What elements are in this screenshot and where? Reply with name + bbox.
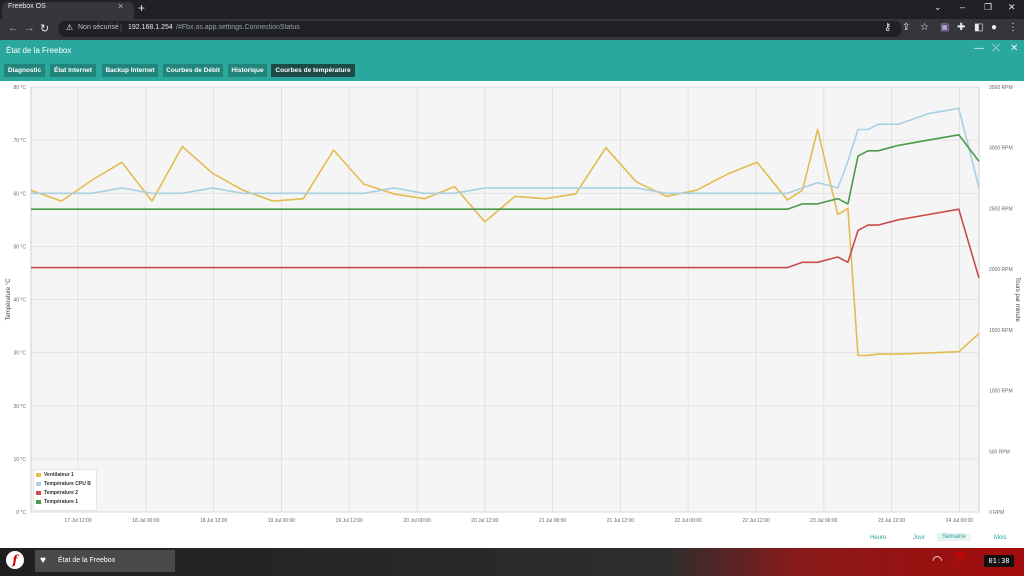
menu-icon[interactable]: ⋮ <box>1008 22 1018 33</box>
chart-legend: Ventilateur 1 Température CPU B Températ… <box>33 469 97 511</box>
legend-label: Température 2 <box>44 490 79 496</box>
chevron-down-icon[interactable]: ⌄ <box>934 2 942 13</box>
tab-historique[interactable]: Historique <box>228 64 267 77</box>
x-tick-label: 21 Jul 00:00 <box>539 518 566 524</box>
restore-icon[interactable]: ❐ <box>984 2 992 13</box>
legend-swatch <box>36 499 41 504</box>
url-host: 192.168.1.254 <box>128 24 173 31</box>
y-tick-label: 40 °C <box>13 298 26 304</box>
share-icon[interactable]: ⇪ <box>902 22 910 33</box>
profile-icon[interactable]: ● <box>991 22 997 33</box>
legend-label: Ventilateur 1 <box>44 472 74 478</box>
y-tick-label: 20 °C <box>13 404 26 410</box>
x-tick-label: 23 Jul 12:00 <box>878 518 905 524</box>
legend-label: Température CPU B <box>44 481 91 487</box>
y-tick-label: 30 °C <box>13 351 26 357</box>
reload-icon[interactable]: ↻ <box>40 22 49 35</box>
x-tick-label: 19 Jul 00:00 <box>268 518 295 524</box>
legend-item[interactable]: Température CPU B <box>36 481 91 487</box>
y-tick-label: 10 °C <box>13 457 26 463</box>
legend-item[interactable]: Ventilateur 1 <box>36 472 74 478</box>
y-tick-label: 60 °C <box>13 191 26 197</box>
app-title: État de la Freebox <box>6 46 72 55</box>
close-icon[interactable]: ✕ <box>1010 43 1018 54</box>
plus-icon[interactable]: + <box>138 1 145 15</box>
y-right-tick-label: 2000 RPM <box>989 267 1013 273</box>
tab-diagnostic[interactable]: Diagnostic <box>4 64 45 77</box>
y-right-tick-label: 3500 RPM <box>989 85 1013 91</box>
collapse-icon[interactable]: ⤫ <box>992 43 1000 54</box>
tab-etat-internet[interactable]: État Internet <box>50 64 96 77</box>
legend-swatch <box>36 481 41 486</box>
close-window-icon[interactable]: ✕ <box>1008 2 1016 13</box>
period-semaine[interactable]: Semaine <box>937 533 971 541</box>
x-tick-label: 22 Jul 00:00 <box>675 518 702 524</box>
period-mois[interactable]: Mois <box>994 535 1007 541</box>
y-tick-label: 80 °C <box>13 85 26 91</box>
browser-tab-strip <box>0 0 1024 19</box>
browser-tab-title: Freebox OS <box>8 3 46 10</box>
y-right-axis-label: Tours par minute <box>1014 277 1020 322</box>
x-tick-label: 24 Jul 00:00 <box>946 518 973 524</box>
legend-label: Température 1 <box>44 499 79 505</box>
x-tick-label: 23 Jul 00:00 <box>810 518 837 524</box>
tab-courbes-temperature[interactable]: Courbes de température <box>271 64 355 77</box>
taskbar-item-label: État de la Freebox <box>58 557 116 564</box>
sidebar-icon[interactable]: ◧ <box>974 22 983 33</box>
back-icon[interactable]: ← <box>8 22 19 34</box>
close-tab-icon[interactable]: × <box>118 1 123 11</box>
y-right-tick-label: 1500 RPM <box>989 328 1013 334</box>
key-icon[interactable]: ⚷ <box>884 22 891 33</box>
x-tick-label: 21 Jul 12:00 <box>607 518 634 524</box>
x-tick-label: 19 Jul 12:00 <box>336 518 363 524</box>
wifi-icon[interactable]: ◠ <box>932 553 942 567</box>
period-jour[interactable]: Jour <box>913 535 925 541</box>
y-right-tick-label: 2500 RPM <box>989 206 1013 212</box>
y-tick-label: 70 °C <box>13 138 26 144</box>
url-path: /#Fbx.os.app.settings.ConnectionStatus <box>176 24 300 31</box>
y-right-tick-label: 500 RPM <box>989 449 1010 455</box>
freebox-logo-icon[interactable]: f <box>6 551 24 569</box>
legend-item[interactable]: Température 1 <box>36 499 78 505</box>
puzzle-icon[interactable]: ✚ <box>957 22 965 33</box>
x-tick-label: 17 Jul 12:00 <box>64 518 91 524</box>
x-tick-label: 22 Jul 12:00 <box>742 518 769 524</box>
heartbeat-icon: ♥ <box>40 555 46 566</box>
legend-swatch <box>36 490 41 495</box>
x-tick-label: 18 Jul 00:00 <box>132 518 159 524</box>
star-icon[interactable]: ☆ <box>920 22 929 33</box>
minimize-icon[interactable]: — <box>974 43 984 54</box>
y-tick-label: 50 °C <box>13 244 26 250</box>
legend-swatch <box>36 472 41 477</box>
period-heure[interactable]: Heure <box>870 535 886 541</box>
security-label[interactable]: Non sécurisé <box>78 24 119 31</box>
y-right-tick-label: 0 RPM <box>989 510 1004 516</box>
temperature-chart: 0 °C 10 °C 20 °C 30 °C 40 °C 50 °C 60 °C 70 °C 8… <box>0 81 1024 548</box>
tab-courbes-debit[interactable]: Courbes de Débit <box>163 64 223 77</box>
y-right-tick-label: 1000 RPM <box>989 389 1013 395</box>
tab-backup-internet[interactable]: Backup Internet <box>102 64 158 77</box>
url-separator: | <box>120 23 123 32</box>
legend-item[interactable]: Température 2 <box>36 490 78 496</box>
y-axis-label: Température °C <box>6 278 12 321</box>
clock: 01:38 <box>984 555 1014 567</box>
x-tick-label: 20 Jul 00:00 <box>403 518 430 524</box>
x-tick-label: 20 Jul 12:00 <box>471 518 498 524</box>
x-tick-label: 18 Jul 12:00 <box>200 518 227 524</box>
y-right-tick-label: 3000 RPM <box>989 146 1013 152</box>
y-tick-label: 0 °C <box>16 510 26 516</box>
extension-icon[interactable]: ▣ <box>940 22 949 33</box>
warning-icon[interactable]: ⚠ <box>66 23 73 32</box>
minimize-icon[interactable]: – <box>960 2 965 12</box>
chart-svg: 0 °C 10 °C 20 °C 30 °C 40 °C 50 °C 60 °C 70 °C 8… <box>6 85 1020 524</box>
forward-icon[interactable]: → <box>24 22 35 34</box>
help-icon[interactable]: ? <box>955 550 965 568</box>
